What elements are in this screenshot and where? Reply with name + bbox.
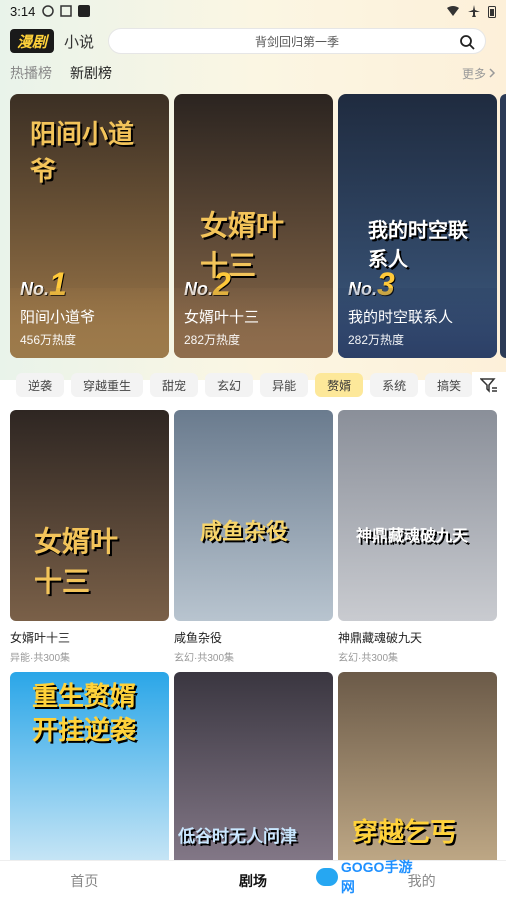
chevron-right-icon bbox=[489, 68, 496, 78]
show-cover: 重生赘婿开挂逆袭 bbox=[10, 672, 169, 883]
genre-filter-bar: 逆袭 穿越重生 甜宠 玄幻 异能 赘婿 系统 搞笑 bbox=[0, 372, 506, 398]
genre-chip[interactable]: 系统 bbox=[370, 373, 419, 397]
show-meta: 玄幻·共300集 bbox=[174, 653, 235, 664]
search-placeholder: 背剑回归第一季 bbox=[255, 34, 340, 49]
wifi-icon bbox=[447, 6, 459, 16]
show-card[interactable]: 重生赘婿开挂逆袭 bbox=[10, 672, 169, 883]
genre-chip[interactable]: 穿越重生 bbox=[71, 373, 144, 397]
show-card[interactable]: 穿越乞丐 bbox=[338, 672, 497, 883]
show-card[interactable]: 女婿叶十三 女婿叶十三 异能·共300集 bbox=[10, 410, 169, 664]
show-title: 神鼎藏魂破九天 bbox=[338, 631, 423, 645]
box-icon bbox=[60, 5, 73, 17]
more-label: 更多 bbox=[461, 66, 486, 81]
ranking-info: 女婿叶十三 282万热度 bbox=[174, 288, 333, 358]
watermark-logo-icon bbox=[316, 868, 338, 886]
nav-home[interactable]: 首页 bbox=[0, 871, 169, 891]
filter-icon bbox=[480, 378, 497, 393]
battery-icon bbox=[488, 5, 496, 18]
tab-hot-ranking[interactable]: 热播榜 bbox=[10, 63, 52, 83]
app-header: 漫剧 小说 背剑回归第一季 bbox=[0, 26, 506, 56]
ranking-info: 阳间小道爷 456万热度 bbox=[10, 288, 169, 358]
cover-title-art: 低谷时无人问津 bbox=[178, 827, 297, 846]
watermark: GOGO手游网 bbox=[316, 859, 426, 895]
ranking-card[interactable]: 女婿叶十三 No.2 女婿叶十三 282万热度 bbox=[174, 94, 333, 358]
app-logo[interactable]: 漫剧 bbox=[10, 29, 54, 53]
show-card[interactable]: 咸鱼杂役 咸鱼杂役 玄幻·共300集 bbox=[174, 410, 333, 664]
show-cover: 神鼎藏魂破九天 bbox=[338, 410, 497, 621]
ranking-card[interactable]: 我的时空联系人 No.3 我的时空联系人 282万热度 bbox=[338, 94, 497, 358]
ranking-heat: 282万热度 bbox=[184, 333, 241, 347]
more-link[interactable]: 更多 bbox=[462, 65, 496, 82]
ranking-carousel: 阳间小道爷 No.1 阳间小道爷 456万热度 女婿叶十三 No.2 女婿叶十三… bbox=[10, 94, 497, 358]
nav-drama[interactable]: 剧场 bbox=[169, 871, 338, 891]
search-input[interactable]: 背剑回归第一季 bbox=[108, 28, 487, 54]
ranking-title: 女婿叶十三 bbox=[184, 309, 260, 326]
show-cover: 低谷时无人问津 bbox=[174, 672, 333, 883]
cover-title-art: 重生赘婿开挂逆袭 bbox=[32, 681, 137, 745]
cover-title-art: 穿越乞丐 bbox=[352, 817, 457, 847]
show-cover: 咸鱼杂役 bbox=[174, 410, 333, 621]
status-time: 3:14 bbox=[10, 3, 36, 19]
show-title: 女婿叶十三 bbox=[10, 631, 71, 645]
cover-title-art: 我的时空联系人 bbox=[368, 220, 468, 271]
show-cover: 女婿叶十三 bbox=[10, 410, 169, 621]
show-card[interactable]: 神鼎藏魂破九天 神鼎藏魂破九天 玄幻·共300集 bbox=[338, 410, 497, 664]
genre-chip[interactable]: 甜宠 bbox=[150, 373, 199, 397]
airplane-icon bbox=[468, 5, 480, 17]
show-card[interactable]: 低谷时无人问津 bbox=[174, 672, 333, 883]
ranking-title: 阳间小道爷 bbox=[20, 309, 96, 326]
show-cover: 穿越乞丐 bbox=[338, 672, 497, 883]
tab-new-ranking[interactable]: 新剧榜 bbox=[70, 63, 112, 83]
watermark-text: GOGO手游网 bbox=[340, 859, 413, 895]
settings-icon bbox=[42, 5, 55, 17]
app-icon bbox=[78, 5, 91, 17]
genre-chip[interactable]: 逆袭 bbox=[16, 373, 65, 397]
ranking-title: 我的时空联系人 bbox=[348, 309, 454, 326]
genre-chip[interactable]: 搞笑 bbox=[425, 373, 474, 397]
genre-chip[interactable]: 异能 bbox=[260, 373, 309, 397]
show-meta: 异能·共300集 bbox=[10, 653, 71, 664]
ranking-card[interactable]: 阳间小道爷 No.1 阳间小道爷 456万热度 bbox=[10, 94, 169, 358]
cover-title-art: 咸鱼杂役 bbox=[200, 519, 289, 544]
bottom-nav: 首页 剧场 我的 bbox=[0, 860, 506, 900]
show-title: 咸鱼杂役 bbox=[174, 631, 223, 645]
cover-title-art: 神鼎藏魂破九天 bbox=[356, 528, 469, 545]
genre-chip[interactable]: 玄幻 bbox=[205, 373, 254, 397]
tab-novel[interactable]: 小说 bbox=[64, 31, 94, 52]
status-bar: 3:14 bbox=[0, 0, 506, 22]
search-icon[interactable] bbox=[459, 34, 475, 50]
cover-title-art: 女婿叶十三 bbox=[34, 526, 119, 597]
show-meta: 玄幻·共300集 bbox=[338, 653, 399, 664]
cover-title-art: 阳间小道爷 bbox=[30, 119, 135, 186]
ranking-heat: 282万热度 bbox=[348, 333, 405, 347]
genre-chip-active[interactable]: 赘婿 bbox=[315, 373, 364, 397]
ranking-heat: 456万热度 bbox=[20, 333, 77, 347]
rank-tabs: 热播榜 新剧榜 更多 bbox=[10, 62, 496, 84]
ranking-info: 我的时空联系人 282万热度 bbox=[338, 288, 497, 358]
filter-button[interactable] bbox=[472, 372, 506, 398]
ranking-card-peek[interactable] bbox=[500, 94, 506, 358]
